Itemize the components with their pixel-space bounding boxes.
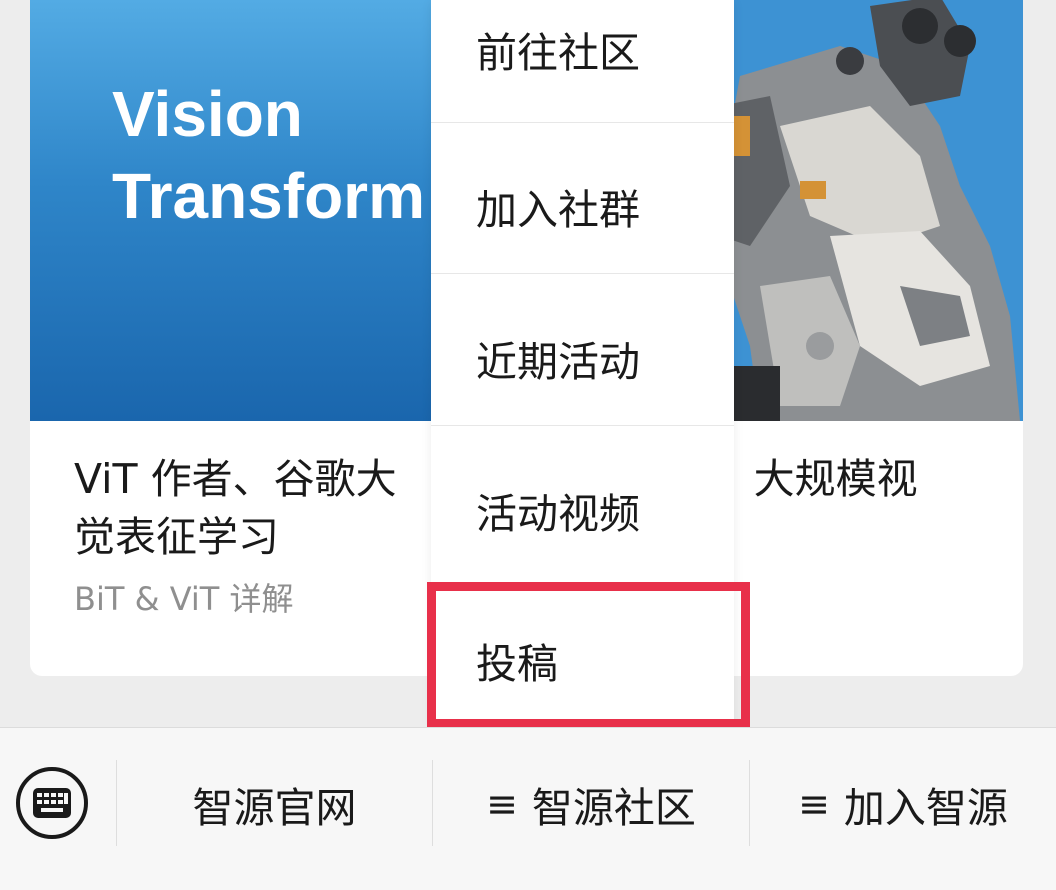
cover-text-line1: Vision bbox=[112, 78, 303, 150]
menu-item-submit[interactable]: 投稿 bbox=[431, 582, 734, 726]
keyboard-icon bbox=[33, 788, 71, 818]
article-subtitle: BiT & ViT 详解 bbox=[74, 580, 294, 618]
bar-item-label: 智源官网 bbox=[192, 784, 357, 832]
bar-item-label: 加入智源 bbox=[843, 784, 1008, 832]
article-title-line2: 觉表征学习 bbox=[74, 513, 279, 561]
bar-item-community-menu[interactable]: ≡ 智源社区 bbox=[433, 756, 749, 852]
keyboard-toggle-button[interactable] bbox=[16, 767, 88, 839]
robot-illustration bbox=[720, 0, 1023, 421]
menu-item-community[interactable]: 前往社区 bbox=[431, 0, 734, 123]
menu-lines-icon: ≡ bbox=[798, 782, 830, 826]
menu-item-recent-events[interactable]: 近期活动 bbox=[431, 276, 734, 426]
menu-item-join-group[interactable]: 加入社群 bbox=[431, 124, 734, 274]
menu-item-event-videos[interactable]: 活动视频 bbox=[431, 428, 734, 578]
menu-item-label: 活动视频 bbox=[476, 490, 640, 538]
menu-lines-icon: ≡ bbox=[486, 782, 518, 826]
article-title-visible-right: ：大规模视 bbox=[712, 455, 918, 503]
menu-item-label: 投稿 bbox=[476, 640, 558, 688]
bar-item-join-menu[interactable]: ≡ 加入智源 bbox=[750, 756, 1056, 852]
bar-item-label: 智源社区 bbox=[531, 784, 696, 832]
bar-item-official-site[interactable]: 智源官网 bbox=[117, 756, 432, 852]
menu-item-label: 前往社区 bbox=[476, 29, 640, 77]
menu-item-label: 近期活动 bbox=[476, 338, 640, 386]
dropdown-menu: 前往社区 加入社群 近期活动 活动视频 投稿 bbox=[431, 0, 734, 726]
article-title-visible-left: ViT 作者、谷歌大 bbox=[74, 455, 397, 503]
menu-item-label: 加入社群 bbox=[476, 186, 640, 234]
bottom-menu-bar: 智源官网 ≡ 智源社区 ≡ 加入智源 bbox=[0, 727, 1056, 890]
cover-text-line2: Transform bbox=[112, 160, 425, 232]
